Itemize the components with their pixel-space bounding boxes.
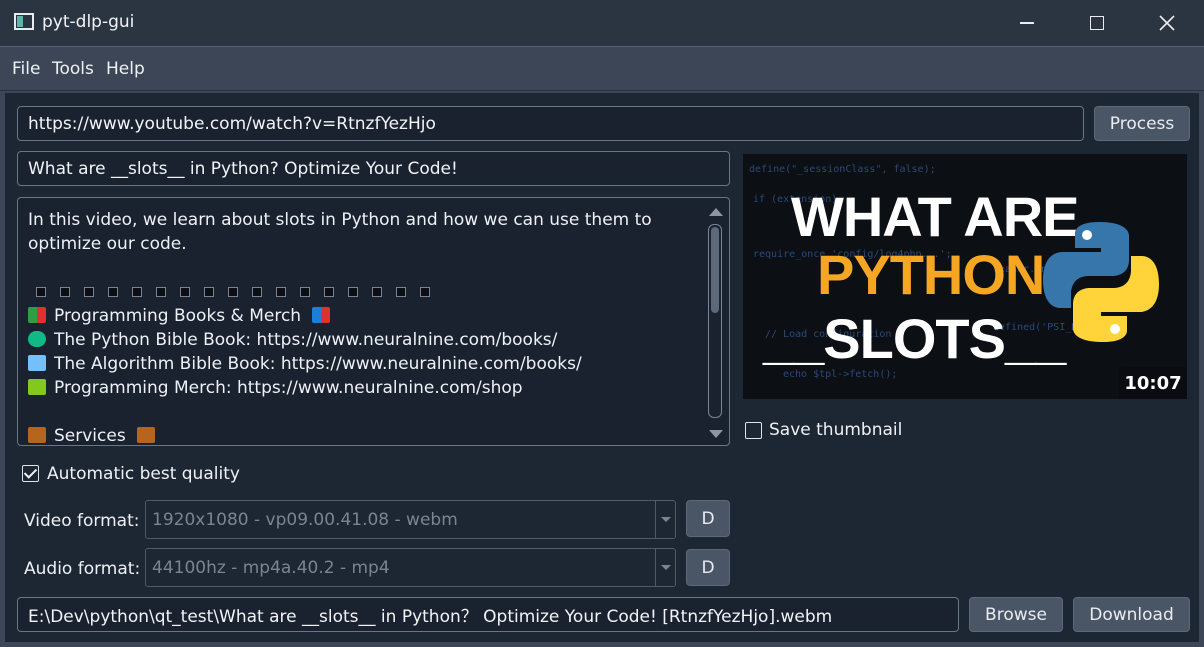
process-button[interactable]: Process [1094,106,1190,141]
video-format-select[interactable]: 1920x1080 - vp09.00.41.08 - webm [145,500,676,539]
description-blank [28,400,700,424]
thumbnail-text-line1: WHAT ARE [791,185,1080,248]
description-line: The Python Bible Book: https://www.neura… [28,328,700,352]
app-icon [14,13,34,30]
close-button[interactable] [1132,0,1202,46]
download-button[interactable]: Download [1073,597,1190,632]
menu-tools[interactable]: Tools [52,59,94,79]
audio-format-label: Audio format: [24,559,141,579]
video-format-label: Video format: [24,511,140,531]
audio-format-select[interactable]: 44100hz - mp4a.40.2 - mp4 [145,548,676,587]
output-path-input[interactable]: E:\Dev\python\qt_test\What are __slots__… [17,597,959,632]
video-format-detail-button[interactable]: D [686,500,730,537]
auto-quality-label[interactable]: Automatic best quality [47,464,240,484]
description-line: Programming Books & Merch [28,304,700,328]
briefcase-icon [28,427,46,443]
menu-bar: File Tools Help [0,46,1204,91]
video-duration-badge: 10:07 [1119,367,1187,399]
minimize-icon [1020,22,1034,24]
scrollbar-track[interactable] [708,224,722,418]
minimize-button[interactable] [992,0,1062,46]
maximize-icon [1090,16,1104,30]
books-icon [28,307,46,323]
books-icon [312,307,331,323]
browse-button[interactable]: Browse [969,597,1063,632]
title-bar: pyt-dlp-gui [0,0,1204,46]
url-input[interactable]: https://www.youtube.com/watch?v=RtnzfYez… [17,106,1084,141]
close-icon [1159,15,1175,31]
video-format-value: 1920x1080 - vp09.00.41.08 - webm [152,509,458,530]
audio-format-detail-button[interactable]: D [686,549,730,586]
audio-format-value: 44100hz - mp4a.40.2 - mp4 [152,557,390,578]
main-panel: https://www.youtube.com/watch?v=RtnzfYez… [4,92,1200,643]
scroll-down-arrow-icon[interactable] [709,430,723,438]
maximize-button[interactable] [1062,0,1132,46]
laptop-icon [28,355,46,371]
description-intro: In this video, we learn about slots in P… [28,210,652,254]
scrollbar-thumb[interactable] [711,227,719,313]
description-line: Services [28,424,700,445]
chevron-down-icon[interactable] [655,549,675,586]
window-title: pyt-dlp-gui [42,12,135,32]
python-logo-icon [1043,222,1159,342]
menu-help[interactable]: Help [106,59,145,79]
description-blank [28,256,700,280]
save-thumbnail-checkbox[interactable] [745,422,762,439]
auto-quality-checkbox[interactable] [22,465,39,482]
menu-file[interactable]: File [12,59,40,79]
briefcase-icon [137,427,156,443]
thumbnail-text-line3: __SLOTS__ [763,307,1066,370]
shirt-icon [28,379,46,395]
scroll-up-arrow-icon[interactable] [709,208,723,216]
description-textarea[interactable]: In this video, we learn about slots in P… [17,197,730,446]
video-title-field[interactable]: What are __slots__ in Python? Optimize Y… [17,151,730,186]
description-line: Programming Merch: https://www.neuralnin… [28,376,700,400]
description-divider [28,280,700,304]
description-scrollbar[interactable] [707,206,723,438]
thumbnail-text-line2: PYTHON [817,243,1045,306]
video-thumbnail: define("_sessionClass", false); if (exte… [743,154,1187,399]
python-icon [28,331,46,347]
save-thumbnail-label[interactable]: Save thumbnail [769,420,902,440]
chevron-down-icon[interactable] [655,501,675,538]
description-line: The Algorithm Bible Book: https://www.ne… [28,352,700,376]
